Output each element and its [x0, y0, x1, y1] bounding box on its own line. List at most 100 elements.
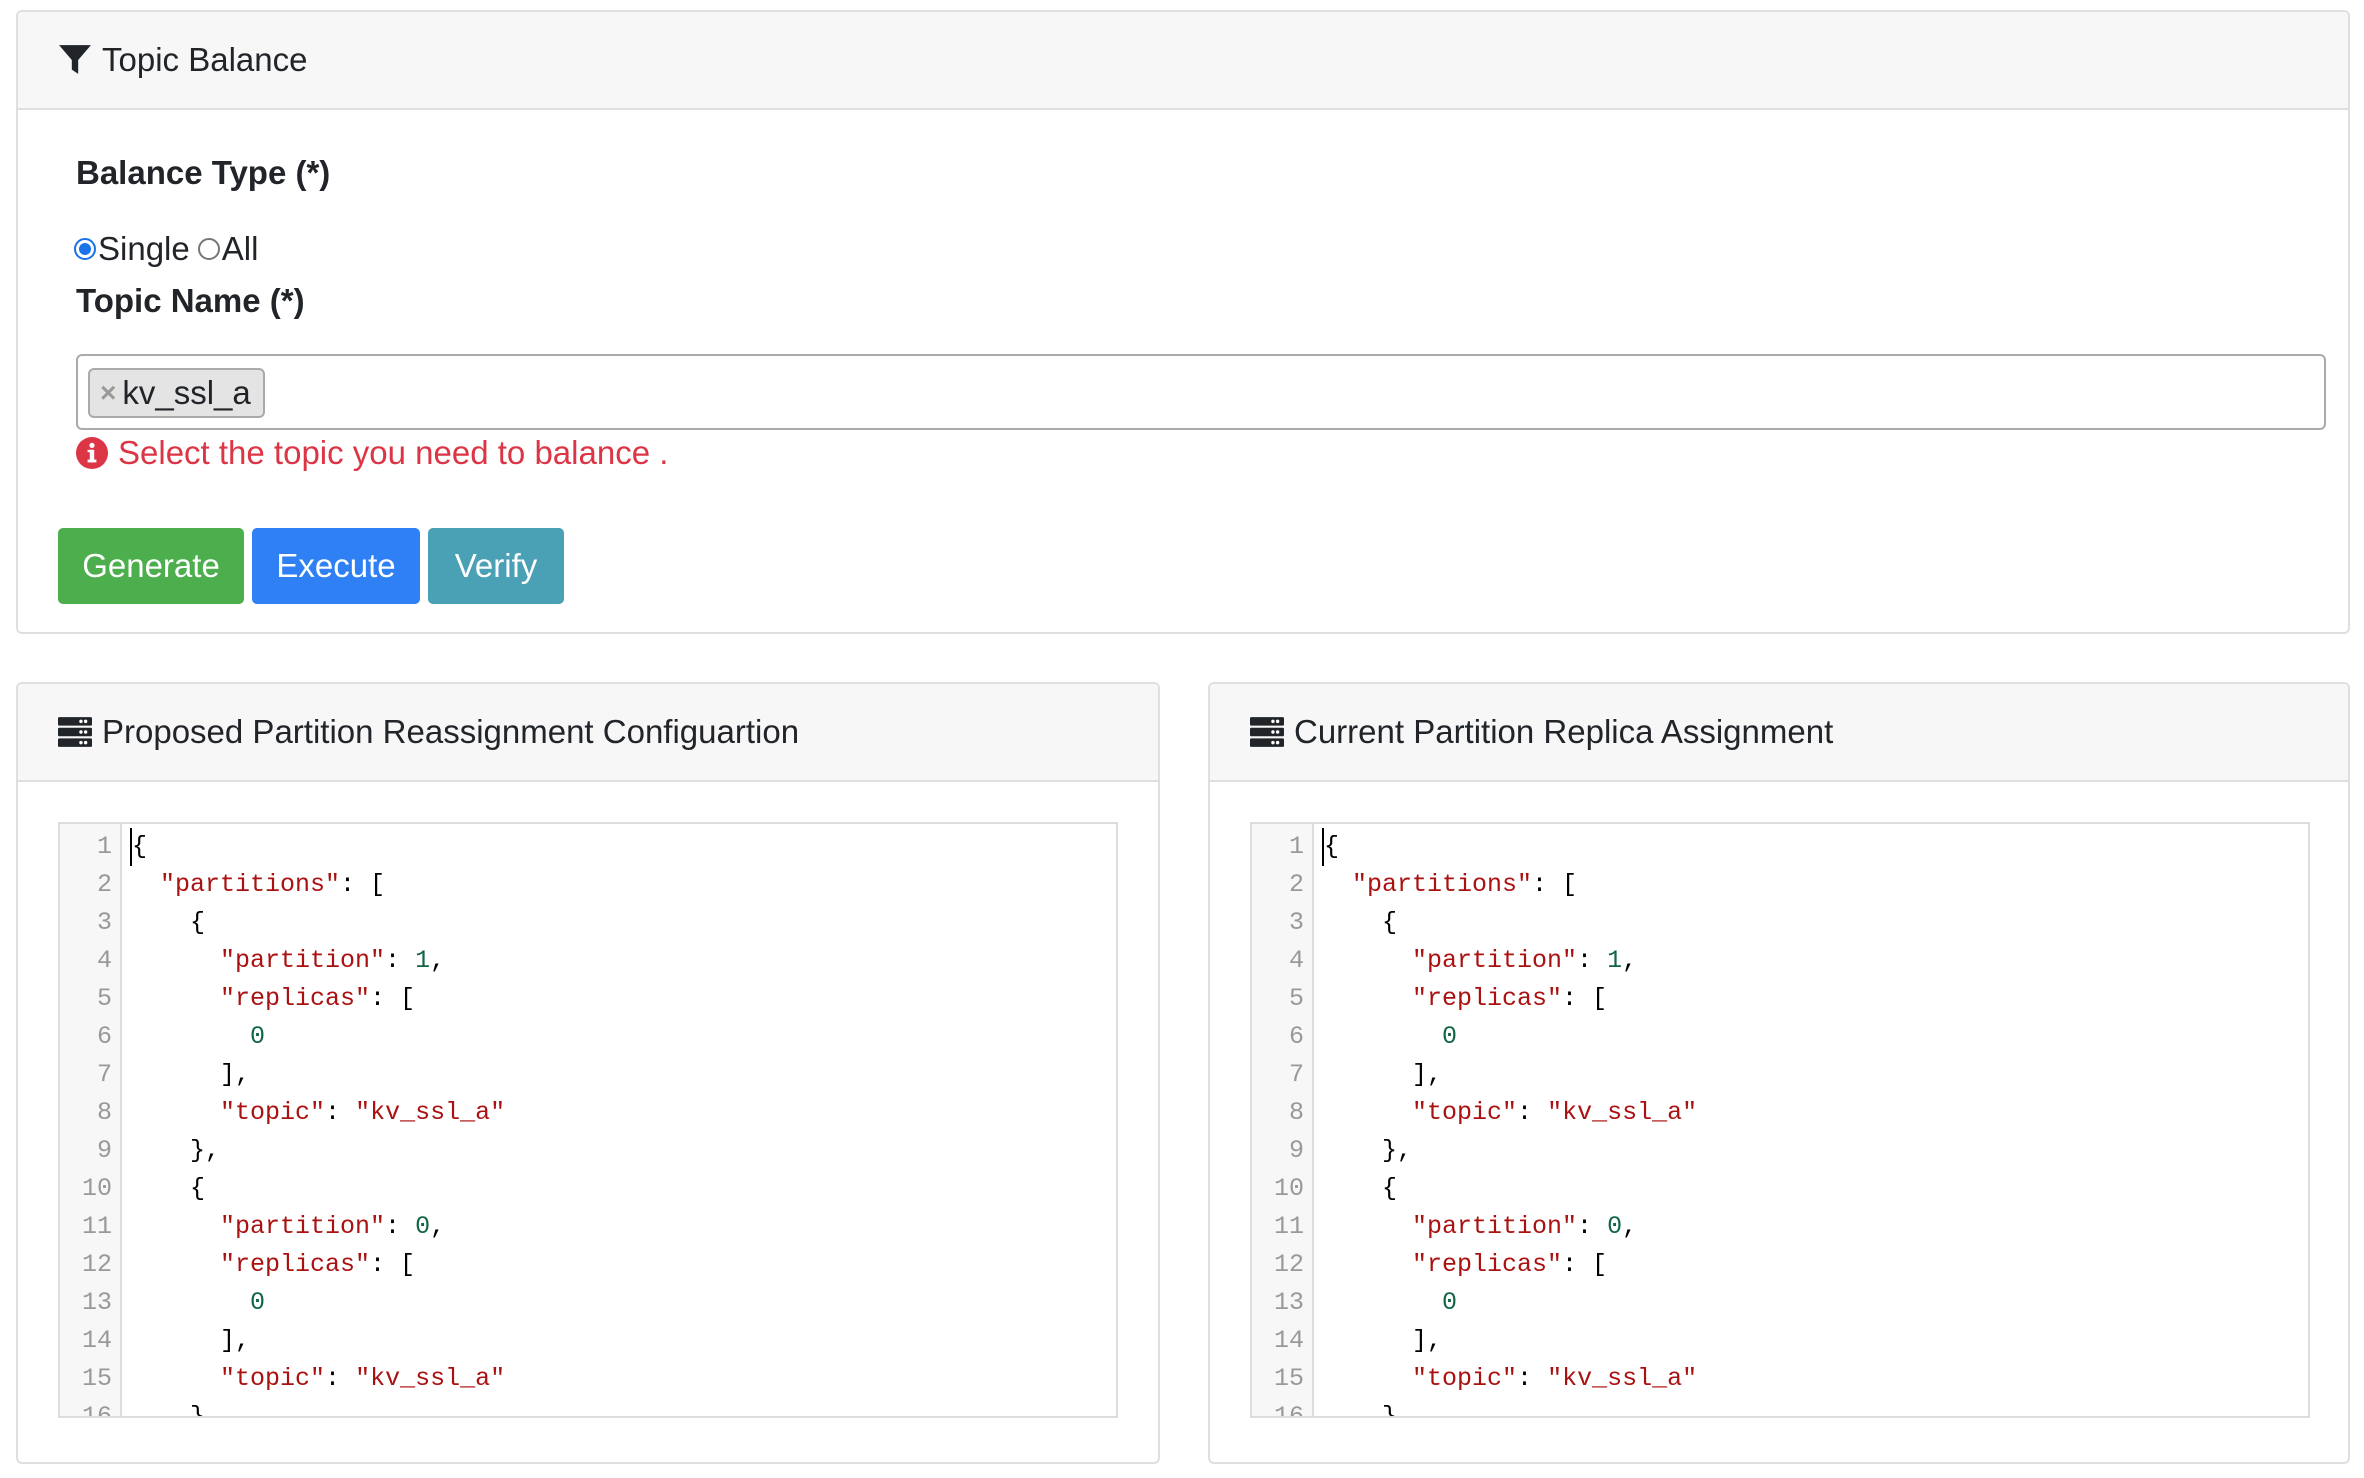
- code-text: "replicas": [: [130, 1246, 415, 1284]
- code-line: 3 {: [1252, 904, 2308, 942]
- line-number: 4: [1288, 946, 1304, 975]
- line-number: 12: [1273, 1250, 1304, 1279]
- code-text: "replicas": [: [1322, 1246, 1607, 1284]
- line-number: 2: [1288, 870, 1304, 899]
- code-punct: ,: [430, 946, 446, 975]
- code-number: 0: [415, 1212, 431, 1241]
- code-text: },: [1322, 1132, 1412, 1170]
- generate-button[interactable]: Generate: [58, 528, 244, 604]
- line-number: 14: [81, 1326, 112, 1355]
- line-number: 9: [1288, 1136, 1304, 1165]
- code-line: 4 "partition": 1,: [1252, 942, 2308, 980]
- code-line: 8 "topic": "kv_ssl_a": [60, 1094, 1116, 1132]
- code-punct: ,: [1622, 1212, 1638, 1241]
- code-string: "topic": [1412, 1364, 1518, 1393]
- code-line: 6 0: [1252, 1018, 2308, 1056]
- topic-balance-header: Topic Balance: [18, 12, 2348, 110]
- code-punct: ],: [1412, 1060, 1443, 1089]
- code-text: "partitions": [: [1322, 866, 1577, 904]
- code-punct: : [: [1532, 870, 1578, 899]
- code-string: "topic": [220, 1364, 326, 1393]
- code-string: "replicas": [220, 1250, 371, 1279]
- code-number: 1: [1607, 946, 1623, 975]
- code-text: "replicas": [: [1322, 980, 1607, 1018]
- code-text: },: [130, 1132, 220, 1170]
- current-json-editor[interactable]: 1{2 "partitions": [3 {4 "partition": 1, 5…: [1250, 822, 2310, 1418]
- code-line: 16 }: [1252, 1398, 2308, 1416]
- code-line: 13 0: [1252, 1284, 2308, 1322]
- code-line: 9 },: [60, 1132, 1116, 1170]
- code-string: "kv_ssl_a": [1547, 1364, 1698, 1393]
- radio-all-label[interactable]: All: [222, 230, 259, 268]
- code-line: 2 "partitions": [: [1252, 866, 2308, 904]
- remove-tag-icon[interactable]: ×: [100, 377, 116, 409]
- line-number: 13: [81, 1288, 112, 1317]
- code-string: "partition": [220, 946, 386, 975]
- code-punct: :: [1517, 1098, 1548, 1127]
- code-line: 3 {: [60, 904, 1116, 942]
- code-number: 0: [1607, 1212, 1623, 1241]
- code-text: }: [1322, 1398, 1397, 1416]
- code-text: {: [130, 828, 147, 866]
- code-string: "replicas": [220, 984, 371, 1013]
- code-string: "topic": [220, 1098, 326, 1127]
- code-line: 15 "topic": "kv_ssl_a": [1252, 1360, 2308, 1398]
- radio-single-label[interactable]: Single: [98, 230, 190, 268]
- line-number: 3: [96, 908, 112, 937]
- radio-all[interactable]: [197, 238, 220, 260]
- code-punct: :: [325, 1364, 356, 1393]
- code-punct: ],: [220, 1326, 251, 1355]
- topic-hint-text: Select the topic you need to balance .: [118, 434, 669, 471]
- code-punct: {: [190, 1174, 206, 1203]
- line-number: 15: [81, 1364, 112, 1393]
- code-punct: {: [1382, 1174, 1398, 1203]
- code-line: 10 {: [60, 1170, 1116, 1208]
- line-number: 3: [1288, 908, 1304, 937]
- code-text: "topic": "kv_ssl_a": [130, 1094, 505, 1132]
- line-number: 5: [1288, 984, 1304, 1013]
- code-text: "topic": "kv_ssl_a": [130, 1360, 505, 1398]
- code-text: "replicas": [: [130, 980, 415, 1018]
- verify-button[interactable]: Verify: [428, 528, 564, 604]
- proposed-json-editor[interactable]: 1{2 "partitions": [3 {4 "partition": 1, 5…: [58, 822, 1118, 1418]
- code-number: 0: [250, 1288, 266, 1317]
- code-punct: :: [1577, 946, 1608, 975]
- line-number: 13: [1273, 1288, 1304, 1317]
- code-text: "partition": 0,: [130, 1208, 445, 1246]
- code-punct: :: [1517, 1364, 1548, 1393]
- code-text: "topic": "kv_ssl_a": [1322, 1360, 1697, 1398]
- code-number: 0: [1442, 1288, 1458, 1317]
- code-string: "kv_ssl_a": [355, 1098, 506, 1127]
- code-punct: }: [190, 1402, 206, 1418]
- current-assignment-card: Current Partition Replica Assignment 1{2…: [1208, 682, 2350, 1464]
- code-text: ],: [1322, 1056, 1442, 1094]
- code-line: 11 "partition": 0,: [1252, 1208, 2308, 1246]
- code-text: {: [130, 904, 205, 942]
- code-text: "partition": 1,: [1322, 942, 1637, 980]
- code-punct: {: [1382, 908, 1398, 937]
- code-line: 5 "replicas": [: [1252, 980, 2308, 1018]
- code-text: {: [1322, 828, 1339, 866]
- code-text: 0: [1322, 1018, 1457, 1056]
- code-punct: ,: [1622, 946, 1638, 975]
- execute-button[interactable]: Execute: [252, 528, 420, 604]
- code-number: 0: [1442, 1022, 1458, 1051]
- code-line: 1{: [1252, 828, 2308, 866]
- line-number: 11: [81, 1212, 112, 1241]
- code-punct: :: [385, 1212, 416, 1241]
- code-text: "partition": 0,: [1322, 1208, 1637, 1246]
- code-text: {: [1322, 1170, 1397, 1208]
- code-line: 10 {: [1252, 1170, 2308, 1208]
- code-line: 4 "partition": 1,: [60, 942, 1116, 980]
- code-string: "replicas": [1412, 1250, 1563, 1279]
- code-text: ],: [1322, 1322, 1442, 1360]
- server-icon: [58, 717, 92, 747]
- radio-single[interactable]: [74, 238, 96, 260]
- selected-topic-label: kv_ssl_a: [122, 374, 251, 411]
- balance-type-options: Single All: [74, 230, 258, 268]
- topic-select[interactable]: × kv_ssl_a: [76, 354, 2326, 430]
- line-number: 2: [96, 870, 112, 899]
- code-punct: : [: [1562, 1250, 1608, 1279]
- code-line: 14 ],: [60, 1322, 1116, 1360]
- code-line: 6 0: [60, 1018, 1116, 1056]
